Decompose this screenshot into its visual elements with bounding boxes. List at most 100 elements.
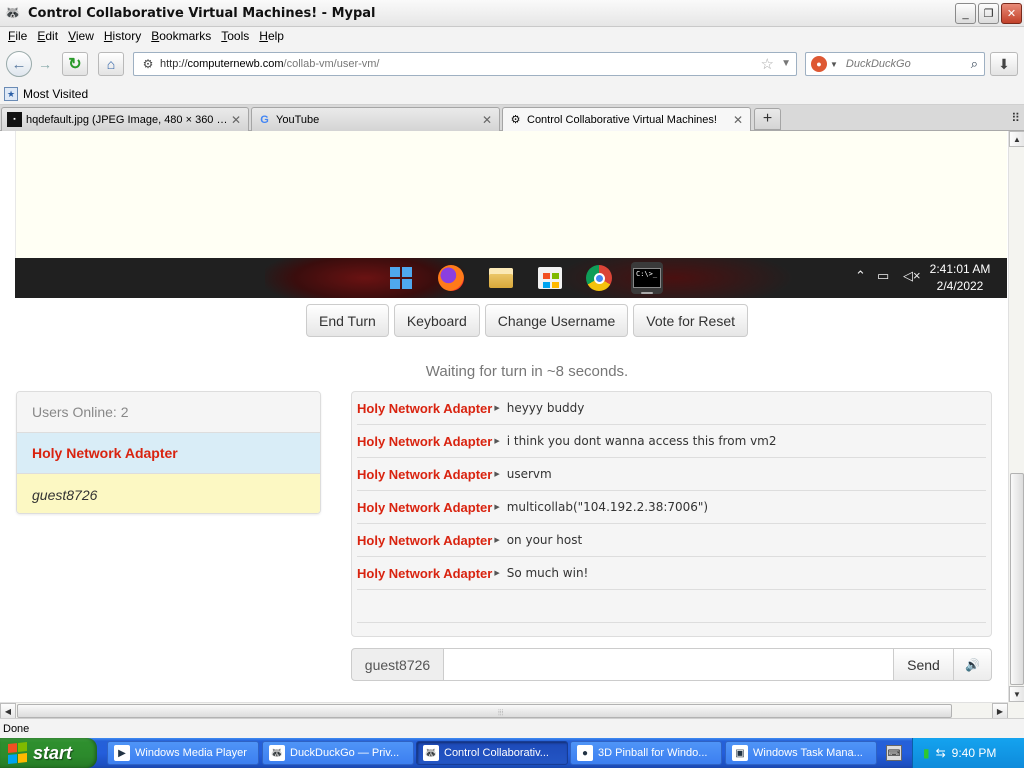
task-label: Windows Media Player (135, 747, 247, 759)
tab-close-icon[interactable]: ✕ (479, 113, 495, 127)
chat-arrow-icon: ▶ (494, 504, 500, 511)
keyboard-layout-icon[interactable]: ⌨ (886, 745, 902, 761)
menu-tools[interactable]: Tools (216, 29, 254, 43)
reload-button[interactable]: ↻ (62, 52, 88, 76)
taskbar-item-media-player[interactable]: ▶ Windows Media Player (107, 741, 259, 765)
vm-clock-time: 2:41:01 AM (929, 262, 991, 276)
send-button[interactable]: Send (894, 648, 954, 681)
downloads-button[interactable]: ⬇ (990, 52, 1018, 76)
scroll-right-icon[interactable]: ▶ (992, 703, 1008, 719)
tab-label: Control Collaborative Virtual Machines! (527, 113, 717, 126)
task-manager-tray-icon[interactable]: ▮ (923, 746, 930, 760)
scroll-left-icon[interactable]: ◀ (0, 703, 16, 719)
tab-label: YouTube (276, 113, 320, 126)
end-turn-button[interactable]: End Turn (306, 304, 389, 337)
url-path: /collab-vm/user-vm/ (283, 58, 380, 70)
engine-dropdown-icon[interactable]: ▼ (830, 60, 838, 69)
back-button[interactable]: ← (6, 51, 32, 77)
site-identity-icon[interactable]: ⚙ (138, 57, 158, 71)
windows-flag-icon (8, 742, 28, 764)
tab-list-icon[interactable]: ⠿ (1011, 111, 1020, 125)
url-dropdown-icon[interactable]: ▼ (781, 58, 791, 69)
back-arrow-icon: ← (11, 55, 27, 73)
tab-label: hqdefault.jpg (JPEG Image, 480 × 360 pi.… (26, 113, 228, 126)
search-icon[interactable]: ⌕ (971, 56, 978, 72)
url-host: computernewb.com (187, 58, 284, 70)
taskbar-item-duckduckgo[interactable]: 🦝 DuckDuckGo — Priv... (262, 741, 414, 765)
horizontal-scrollbar[interactable]: ◀ ⦙⦙⦙ ▶ (0, 702, 1008, 719)
chat-username: Holy Network Adapter (357, 565, 493, 581)
turn-status: Waiting for turn in ~8 seconds. (425, 363, 629, 380)
tab-hqdefault[interactable]: ▪ hqdefault.jpg (JPEG Image, 480 × 360 p… (1, 107, 249, 131)
firefox-icon[interactable] (435, 262, 467, 294)
tab-youtube[interactable]: G YouTube ✕ (251, 107, 500, 131)
chat-username: Holy Network Adapter (357, 400, 493, 416)
reload-icon: ↻ (68, 56, 82, 73)
keyboard-button[interactable]: Keyboard (393, 304, 480, 337)
bookmark-star-icon[interactable]: ☆ (761, 55, 774, 73)
menu-file[interactable]: File (3, 29, 32, 43)
vertical-scrollbar[interactable]: ▲ ▼ (1008, 131, 1024, 702)
vm-clock[interactable]: 2:41:01 AM 2/4/2022 (920, 261, 1000, 295)
volume-button[interactable]: 🔊 (954, 648, 992, 681)
chat-username: Holy Network Adapter (357, 433, 493, 449)
collabvm-icon: ⚙ (510, 114, 521, 126)
user-list-item[interactable]: Holy Network Adapter (17, 433, 320, 474)
scroll-thumb[interactable] (1010, 473, 1024, 685)
file-explorer-icon[interactable] (485, 262, 517, 294)
chat-log[interactable]: Holy Network Adapter ▶ heyyy buddy Holy Ne… (351, 391, 992, 637)
start-button[interactable]: start (0, 738, 97, 768)
tab-close-icon[interactable]: ✕ (730, 113, 746, 127)
google-icon: G (260, 113, 269, 126)
scroll-up-icon[interactable]: ▲ (1009, 131, 1024, 147)
close-button[interactable]: ✕ (1001, 3, 1022, 24)
taskbar-item-pinball[interactable]: ● 3D Pinball for Windo... (570, 741, 722, 765)
forward-button[interactable]: → (34, 52, 56, 76)
media-player-icon: ▶ (114, 745, 130, 761)
microsoft-store-icon[interactable] (534, 262, 566, 294)
forward-arrow-icon: → (38, 56, 52, 72)
menu-view[interactable]: View (63, 29, 99, 43)
address-bar[interactable]: ⚙ http://computernewb.com/collab-vm/user… (133, 52, 797, 76)
menu-bookmarks[interactable]: Bookmarks (146, 29, 216, 43)
network-icon[interactable]: ▭ (877, 268, 889, 284)
vm-windows-taskbar[interactable]: C:\>_ ⌃ ▭ ◁× 2:41:01 AM 2/4/2022 (15, 258, 1007, 298)
status-text: Done (3, 722, 30, 735)
terminal-icon[interactable]: C:\>_ (631, 262, 663, 294)
network-tray-icon[interactable]: ⇆ (936, 746, 946, 760)
minimize-button[interactable]: _ (955, 3, 976, 24)
duckduckgo-icon[interactable]: ● (811, 56, 827, 72)
chat-text: multicollab("104.192.2.38:7006") (506, 500, 709, 514)
tab-close-icon[interactable]: ✕ (228, 113, 244, 127)
menu-edit[interactable]: Edit (32, 29, 63, 43)
search-bar[interactable]: ● ▼ DuckDuckGo ⌕ (805, 52, 985, 76)
pinball-icon: ● (577, 745, 593, 761)
chat-arrow-icon: ▶ (494, 537, 500, 544)
system-clock[interactable]: 9:40 PM (952, 746, 997, 760)
chat-arrow-icon: ▶ (494, 405, 500, 412)
taskbar-item-task-manager[interactable]: ▣ Windows Task Mana... (725, 741, 877, 765)
scroll-down-icon[interactable]: ▼ (1009, 686, 1024, 702)
window-controls: _ ❐ ✕ (955, 3, 1022, 24)
windows-start-icon[interactable] (385, 262, 417, 294)
new-tab-button[interactable]: + (754, 108, 781, 130)
menu-help[interactable]: Help (254, 29, 289, 43)
maximize-button[interactable]: ❐ (978, 3, 999, 24)
change-username-button[interactable]: Change Username (484, 304, 629, 337)
chat-message: Holy Network Adapter ▶ multicollab("104.19… (357, 491, 986, 524)
vote-reset-button[interactable]: Vote for Reset (633, 304, 748, 337)
chrome-icon[interactable] (583, 262, 615, 294)
chat-text: i think you dont wanna access this from … (506, 434, 777, 448)
url-text[interactable]: http://computernewb.com/collab-vm/user-v… (160, 58, 380, 70)
user-list-item[interactable]: guest8726 (17, 474, 320, 513)
bookmark-most-visited[interactable]: Most Visited (23, 87, 88, 101)
chevron-up-icon[interactable]: ⌃ (855, 268, 866, 284)
window-title: Control Collaborative Virtual Machines! … (28, 5, 376, 21)
menu-history[interactable]: History (99, 29, 146, 43)
taskbar-item-collabvm[interactable]: 🦝 Control Collaborativ... (416, 741, 568, 765)
tab-collabvm[interactable]: ⚙ Control Collaborative Virtual Machines… (502, 107, 751, 131)
volume-muted-icon[interactable]: ◁× (903, 268, 921, 284)
scroll-thumb[interactable]: ⦙⦙⦙ (17, 704, 952, 718)
home-button[interactable]: ⌂ (98, 52, 124, 76)
chat-input[interactable] (444, 648, 894, 681)
